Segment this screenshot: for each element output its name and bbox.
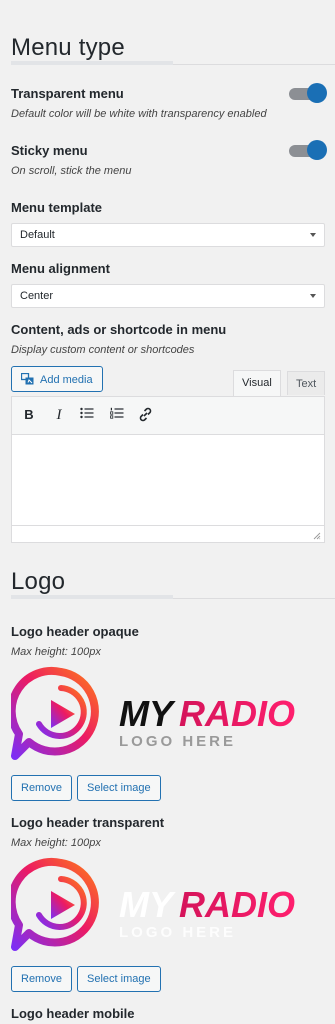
field-label: Content, ads or shortcode in menu [11, 322, 227, 337]
remove-opaque-logo-button[interactable]: Remove [11, 775, 72, 801]
menu-type-header: Menu type [11, 0, 335, 66]
content-editor: B I [11, 396, 325, 543]
tab-text[interactable]: Text [287, 371, 326, 395]
logo-tagline: LOGO HERE [119, 924, 236, 941]
select-opaque-logo-button[interactable]: Select image [77, 775, 161, 801]
logo-text-my: MY [119, 693, 176, 734]
logo-mobile-row: Logo header mobile [11, 1006, 325, 1021]
numbered-list-icon[interactable] [108, 407, 126, 422]
field-description: Max height: 100px [11, 646, 101, 658]
link-icon[interactable] [136, 407, 154, 425]
select-value: Default [20, 229, 55, 241]
add-media-label: Add media [40, 374, 93, 386]
section-title: Menu type [11, 34, 125, 61]
field-label: Logo header mobile [11, 1006, 135, 1021]
radio-logo-icon: MY RADIO LOGO HERE [7, 857, 295, 951]
field-label: Menu template [11, 200, 103, 215]
field-label: Logo header transparent [11, 815, 165, 830]
transparent-menu-row: Transparent menu Default color will be w… [11, 83, 327, 120]
divider-accent [11, 61, 173, 65]
section-title: Logo [11, 568, 66, 595]
tab-label: Visual [242, 377, 272, 389]
editor-textarea[interactable] [12, 435, 324, 525]
radio-logo-icon: MY RADIO LOGO HERE [7, 666, 295, 760]
editor-toolbar: B I [12, 397, 324, 435]
toggle-knob [307, 140, 327, 160]
bold-icon[interactable]: B [20, 407, 38, 422]
field-description: Display custom content or shortcodes [11, 344, 195, 356]
field-label: Transparent menu [11, 86, 124, 101]
menu-alignment-row: Menu alignment Center [11, 261, 325, 308]
sticky-menu-toggle[interactable] [289, 140, 327, 160]
chevron-down-icon [310, 233, 316, 237]
field-description: Max height: 100px [11, 837, 101, 849]
chevron-down-icon [310, 294, 316, 298]
divider-accent [11, 595, 173, 599]
logo-header: Logo [11, 534, 335, 600]
logo-text-radio: RADIO [179, 884, 295, 925]
select-value: Center [20, 290, 54, 302]
logo-tagline: LOGO HERE [119, 733, 236, 750]
italic-icon[interactable]: I [50, 407, 68, 424]
field-label: Logo header opaque [11, 624, 139, 639]
menu-template-row: Menu template Default [11, 200, 325, 247]
sticky-menu-row: Sticky menu On scroll, stick the menu [11, 140, 327, 177]
logo-transparent-row: Logo header transparent Max height: 100p… [11, 815, 325, 849]
media-icon [20, 372, 35, 385]
menu-content-row: Content, ads or shortcode in menu Displa… [11, 322, 325, 356]
button-label: Select image [87, 782, 151, 794]
field-description: On scroll, stick the menu [11, 165, 132, 177]
logo-transparent-preview: MY RADIO LOGO HERE [7, 855, 325, 951]
logo-opaque-preview: MY RADIO LOGO HERE [7, 664, 325, 760]
field-description: Default color will be white with transpa… [11, 108, 267, 120]
logo-opaque-row: Logo header opaque Max height: 100px [11, 624, 325, 658]
menu-template-select[interactable]: Default [11, 223, 325, 247]
transparent-menu-toggle[interactable] [289, 83, 327, 103]
bullet-list-icon[interactable] [78, 407, 96, 422]
field-label: Menu alignment [11, 261, 110, 276]
menu-alignment-select[interactable]: Center [11, 284, 325, 308]
logo-text-my: MY [119, 884, 176, 925]
tab-label: Text [296, 378, 317, 390]
button-label: Select image [87, 973, 151, 985]
add-media-button[interactable]: Add media [11, 366, 103, 392]
remove-transparent-logo-button[interactable]: Remove [11, 966, 72, 992]
tab-visual[interactable]: Visual [233, 370, 281, 396]
select-transparent-logo-button[interactable]: Select image [77, 966, 161, 992]
toggle-knob [307, 83, 327, 103]
field-label: Sticky menu [11, 143, 88, 158]
logo-text-radio: RADIO [179, 693, 295, 734]
button-label: Remove [21, 782, 62, 794]
button-label: Remove [21, 973, 62, 985]
